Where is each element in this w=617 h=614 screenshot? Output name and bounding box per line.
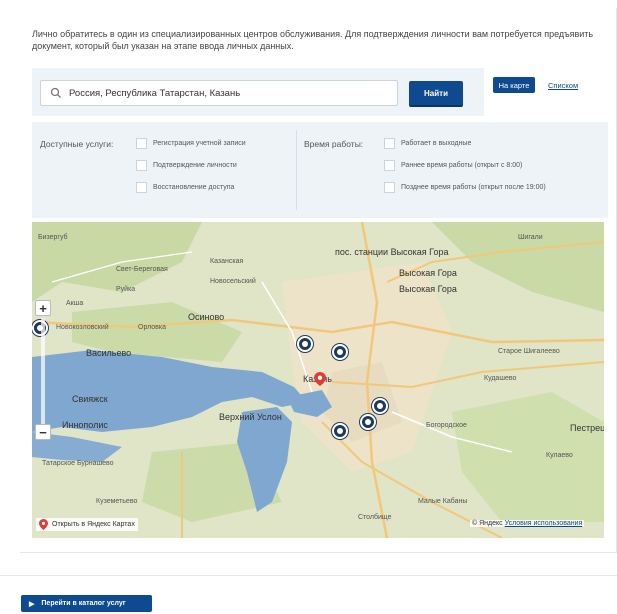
- footer-divider: [0, 575, 617, 576]
- map-label: Новосельский: [210, 278, 256, 285]
- filter-late-hours[interactable]: Позднее время работы (открыт после 19:00…: [384, 182, 546, 193]
- checkbox-label: Позднее время работы (открыт после 19:00…: [401, 184, 546, 191]
- map-label: Новокозловский: [56, 324, 109, 331]
- open-in-yandex-link[interactable]: Открыть в Яндекс Картах: [36, 518, 138, 531]
- filters-panel: Доступные услуги: Регистрация учетной за…: [32, 122, 608, 218]
- map-pin-icon: [39, 519, 48, 530]
- checkbox[interactable]: [384, 182, 395, 193]
- open-in-yandex-label: Открыть в Яндекс Картах: [52, 521, 135, 528]
- service-center-marker[interactable]: [332, 423, 348, 439]
- map-label: Верхний Услон: [219, 412, 282, 422]
- map-label: пос. станции Высокая Гора: [335, 247, 449, 257]
- map-label: Высокая Гора: [399, 284, 457, 294]
- checkbox[interactable]: [384, 160, 395, 171]
- filter-registration[interactable]: Регистрация учетной записи: [136, 138, 246, 149]
- checkbox-label: Раннее время работы (открыт с 8:00): [401, 162, 523, 169]
- zoom-in-button[interactable]: +: [35, 300, 51, 316]
- service-center-marker[interactable]: [332, 344, 348, 360]
- catalog-button-label: Перейти в каталог услуг: [41, 600, 126, 607]
- view-on-map-button[interactable]: На карте: [493, 77, 535, 93]
- checkbox-label: Работает в выходные: [401, 140, 472, 147]
- checkbox-label: Восстановление доступа: [153, 184, 235, 191]
- map-label: Пестрецы: [570, 423, 604, 433]
- service-center-marker[interactable]: [297, 336, 313, 352]
- filter-access-recovery[interactable]: Восстановление доступа: [136, 182, 234, 193]
- filter-identity-confirmation[interactable]: Подтверждение личности: [136, 160, 237, 171]
- services-filter-title: Доступные услуги:: [40, 139, 114, 149]
- hours-filter-title: Время работы:: [304, 139, 364, 149]
- map-label: Высокая Гора: [399, 268, 457, 278]
- search-value: Россия, Республика Татарстан, Казань: [69, 87, 241, 99]
- map-label: Бизергуб: [38, 234, 68, 241]
- service-center-marker[interactable]: [360, 414, 376, 430]
- map-label: Старое Шигалеево: [498, 348, 560, 355]
- map-label: Столбище: [358, 514, 392, 521]
- checkbox[interactable]: [136, 138, 147, 149]
- map-label: Васильево: [86, 348, 132, 358]
- search-icon: [50, 87, 61, 98]
- service-center-marker[interactable]: [372, 398, 388, 414]
- current-location-pin-icon[interactable]: [314, 372, 326, 386]
- search-panel: Россия, Республика Татарстан, Казань Най…: [32, 68, 484, 116]
- map-label: Шигали: [518, 234, 543, 241]
- filter-early-hours[interactable]: Раннее время работы (открыт с 8:00): [384, 160, 522, 171]
- play-arrow-icon: ▶: [29, 600, 35, 608]
- intro-text: Лично обратитесь в один из специализиров…: [32, 29, 594, 51]
- checkbox[interactable]: [384, 138, 395, 149]
- view-list-link[interactable]: Списком: [548, 77, 578, 93]
- terms-link[interactable]: Условия использования: [505, 520, 583, 527]
- map-label: Казанская: [210, 258, 244, 265]
- map-label: Малые Кабаны: [418, 498, 468, 505]
- location-search-input[interactable]: Россия, Республика Татарстан, Казань: [40, 80, 398, 106]
- map-label: Орловка: [138, 324, 166, 331]
- map-label: Кулаево: [546, 452, 573, 459]
- checkbox-label: Регистрация учетной записи: [153, 140, 246, 147]
- zoom-slider[interactable]: [41, 318, 45, 428]
- zoom-out-button[interactable]: −: [35, 424, 51, 440]
- map-label: Осиново: [188, 312, 225, 322]
- map-label: Кудашево: [484, 375, 517, 382]
- map-label: Свияжск: [72, 394, 108, 404]
- map[interactable]: Бизергуб Свет-Береговая Казанская Руйка …: [32, 222, 604, 538]
- checkbox-label: Подтверждение личности: [153, 162, 237, 169]
- map-label: Свет-Береговая: [116, 266, 168, 273]
- filters-divider: [296, 130, 297, 210]
- checkbox[interactable]: [136, 160, 147, 171]
- service-center-marker[interactable]: [32, 320, 48, 336]
- checkbox[interactable]: [136, 182, 147, 193]
- map-label: Татарское Бурнашево: [42, 460, 114, 467]
- map-label: Куземетьево: [96, 498, 138, 505]
- map-label: Акша: [66, 300, 84, 307]
- go-to-catalog-button[interactable]: ▶ Перейти в каталог услуг: [21, 595, 152, 612]
- map-label: Богородское: [426, 422, 467, 429]
- yandex-copyright: © Яндекс: [472, 520, 503, 527]
- map-copyright: © Яндекс Условия использования: [470, 520, 585, 527]
- map-label: Руйка: [116, 286, 136, 293]
- map-label: Иннополис: [62, 420, 108, 430]
- find-button[interactable]: Найти: [409, 81, 463, 105]
- filter-weekends[interactable]: Работает в выходные: [384, 138, 471, 149]
